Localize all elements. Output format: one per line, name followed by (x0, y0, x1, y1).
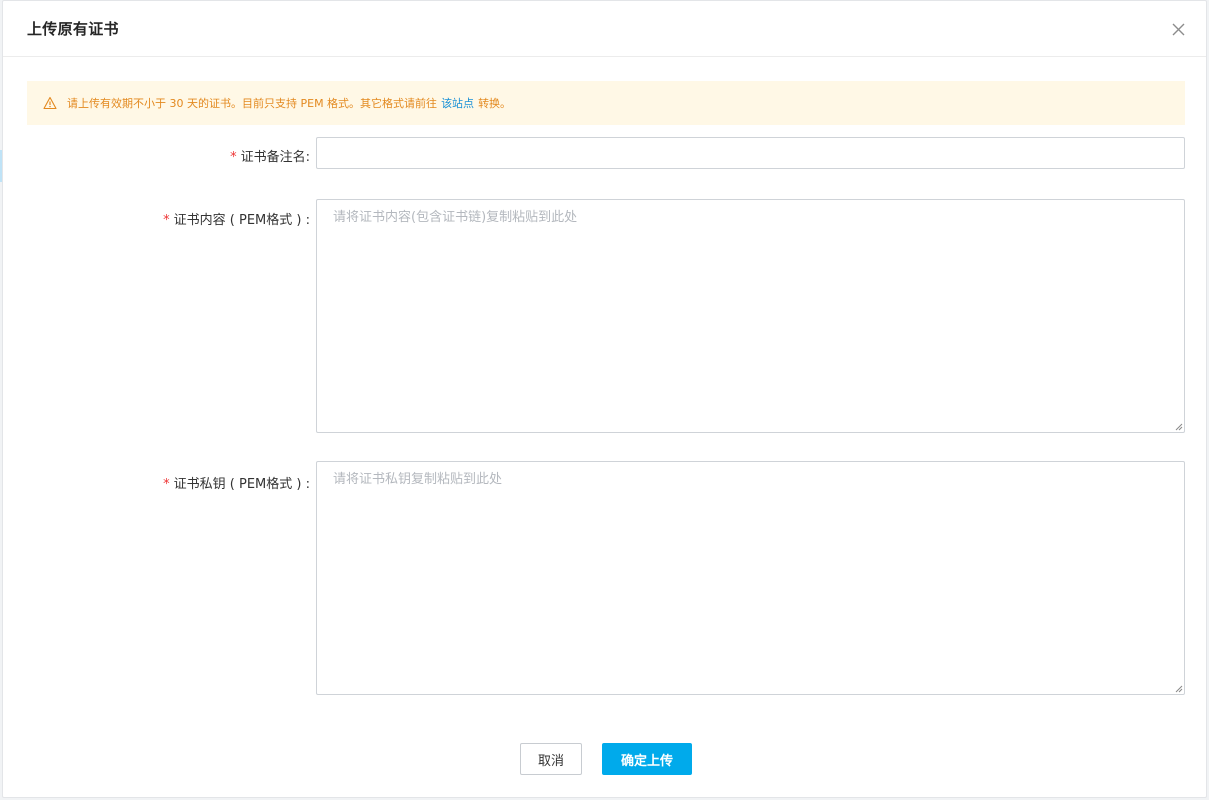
certificate-content-textarea[interactable] (316, 199, 1185, 433)
required-mark: * (163, 477, 170, 492)
validity-notice: 请上传有效期不小于 30 天的证书。目前只支持 PEM 格式。其它格式请前往 该… (27, 81, 1185, 125)
dialog-header: 上传原有证书 (3, 1, 1206, 57)
dialog-title: 上传原有证书 (27, 20, 119, 38)
certificate-content-label: * 证书内容 ( PEM格式 ) : (163, 213, 310, 228)
close-button[interactable] (1166, 17, 1190, 41)
convert-site-link[interactable]: 该站点 (441, 95, 474, 111)
notice-text-suffix: 转换。 (478, 97, 512, 110)
warning-icon (43, 96, 57, 110)
upload-certificate-dialog: 上传原有证书 请上传有效期不小于 30 天的证书。目前只支持 PEM 格式。其它… (2, 0, 1207, 798)
certificate-name-label: * 证书备注名: (230, 150, 310, 165)
required-mark: * (163, 213, 170, 228)
confirm-upload-button[interactable]: 确定上传 (602, 743, 692, 775)
required-mark: * (230, 150, 237, 165)
close-icon (1172, 23, 1184, 35)
private-key-label: * 证书私钥 ( PEM格式 ) : (163, 477, 310, 492)
certificate-name-input[interactable] (316, 137, 1185, 169)
private-key-textarea[interactable] (316, 461, 1185, 695)
notice-text: 请上传有效期不小于 30 天的证书。目前只支持 PEM 格式。其它格式请前往 (67, 97, 438, 110)
cancel-button[interactable]: 取消 (520, 743, 582, 775)
